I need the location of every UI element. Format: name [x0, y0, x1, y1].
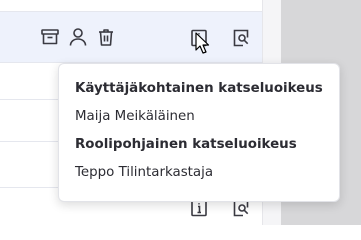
role-based-permission-heading: Roolipohjainen katseluoikeus	[75, 137, 297, 152]
user-icon[interactable]	[68, 27, 88, 47]
trash-icon[interactable]	[96, 27, 116, 47]
archive-icon[interactable]	[40, 27, 60, 47]
user-based-permission-heading: Käyttäjäkohtainen katseluoikeus	[75, 81, 323, 96]
table-row	[0, 0, 262, 12]
mouse-pointer-icon	[195, 32, 211, 56]
document-search-icon[interactable]	[231, 28, 251, 48]
permission-role-item: Teppo Tilintarkastaja	[75, 165, 214, 180]
permissions-popup: Käyttäjäkohtainen katseluoikeus Maija Me…	[58, 63, 340, 202]
table-row-selected[interactable]	[0, 12, 262, 63]
permission-user-item: Maija Meikäläinen	[75, 109, 195, 124]
